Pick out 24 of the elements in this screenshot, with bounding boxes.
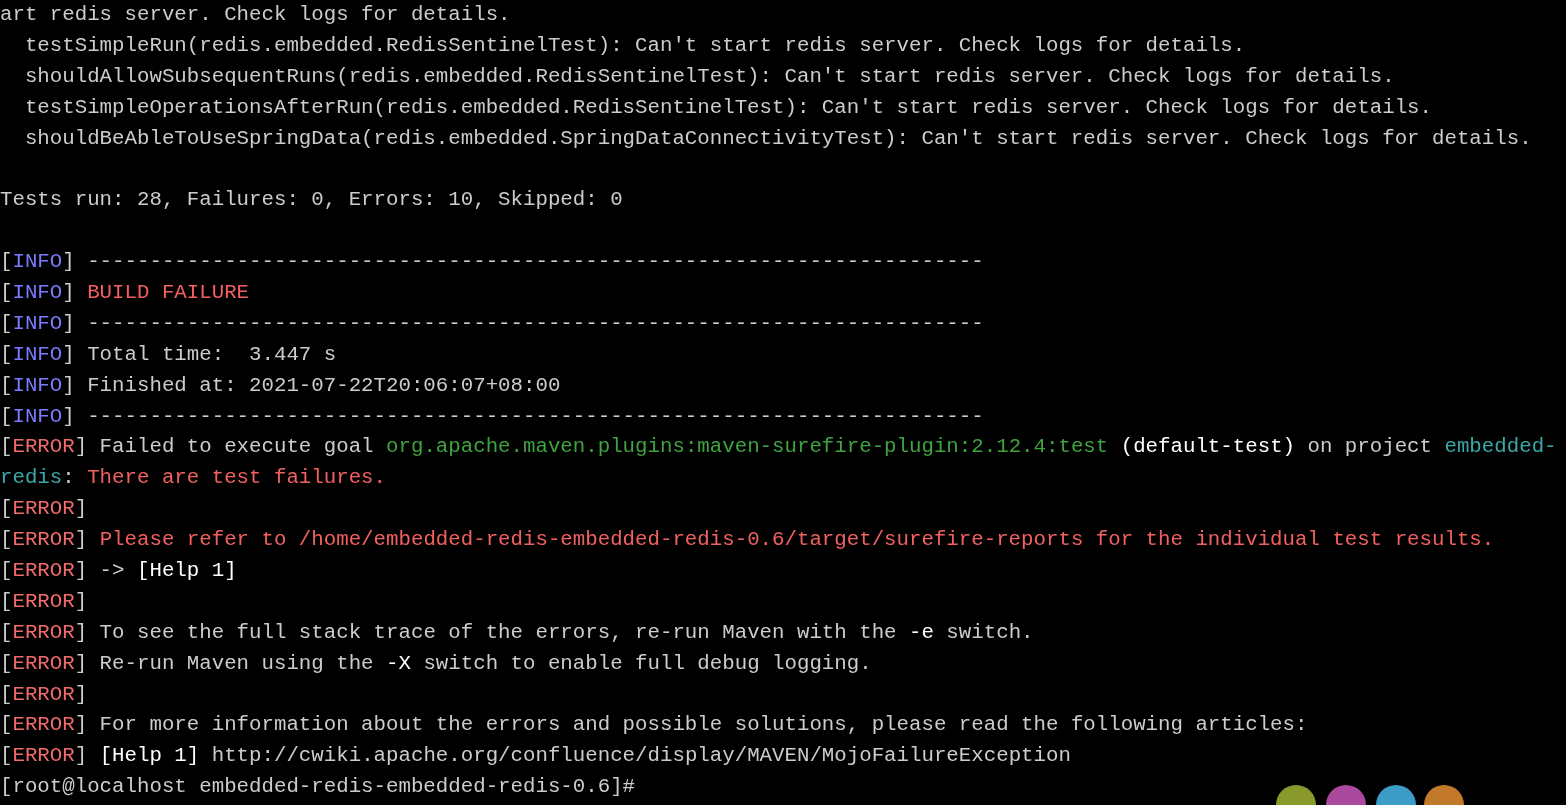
terminal-line: art redis server. Check logs for details. [0,2,511,28]
terminal-line: Tests run: 28, Failures: 0, Errors: 10, Skipped: 0 [0,187,623,214]
terminal-line: [INFO] ------------------------------------------------------------------------ [0,249,984,276]
terminal-line: [ERROR] [0,496,88,523]
terminal-line: [ERROR] For more information about the errors and possible solutions, please read the following articles: [0,712,1308,739]
terminal-line: shouldBeAbleToUseSpringData(redis.embedded.SpringDataConnectivityTest): Can't start redis server. Check logs for details. [23,125,1532,152]
terminal-line: [INFO] Total time: 3.447 s [0,341,337,368]
terminal-line: [ERROR] [0,588,88,615]
terminal-line: [ERROR] To see the full stack trace of the errors, re-run Maven with the -e switch. [0,619,1034,646]
terminal-line: [ERROR] Failed to execute goal org.apache.maven.plugins:maven-surefire-plugin:2.12.4:test (default-test) on project embedded- [0,434,1557,461]
terminal-line: [INFO] BUILD FAILURE [0,280,250,306]
terminal-line: testSimpleRun(redis.embedded.RedisSentinelTest): Can't start redis server. Check logs for details. [23,32,1246,59]
terminal-line: testSimpleOperationsAfterRun(redis.embedded.RedisSentinelTest): Can't start redis server. Check logs for details. [23,94,1432,121]
terminal-line: [INFO] ------------------------------------------------------------------------ [0,310,984,337]
terminal-line: [INFO] Finished at: 2021-07-22T20:06:07+08:00 [0,372,561,399]
terminal-line: [ERROR] Please refer to /home/embedded-redis-embedded-redis-0.6/target/surefire-reports for the individual test results. [0,527,1495,554]
terminal-line: [INFO] ------------------------------------------------------------------------ [0,403,984,430]
terminal-line: shouldAllowSubsequentRuns(redis.embedded.RedisSentinelTest): Can't start redis server. Check logs for details. [23,63,1395,90]
terminal-line: [ERROR] [Help 1] http://cwiki.apache.org/confluence/display/MAVEN/MojoFailureException [0,743,1071,770]
terminal-line: redis: There are test failures. [0,465,387,492]
terminal-line: [ERROR] [0,681,88,708]
terminal-line: [root@localhost embedded-redis-embedded-redis-0.6]# [0,774,636,801]
terminal-line: [ERROR] -> [Help 1] [0,558,237,585]
terminal-line: [ERROR] Re-run Maven using the -X switch to enable full debug logging. [0,650,872,677]
